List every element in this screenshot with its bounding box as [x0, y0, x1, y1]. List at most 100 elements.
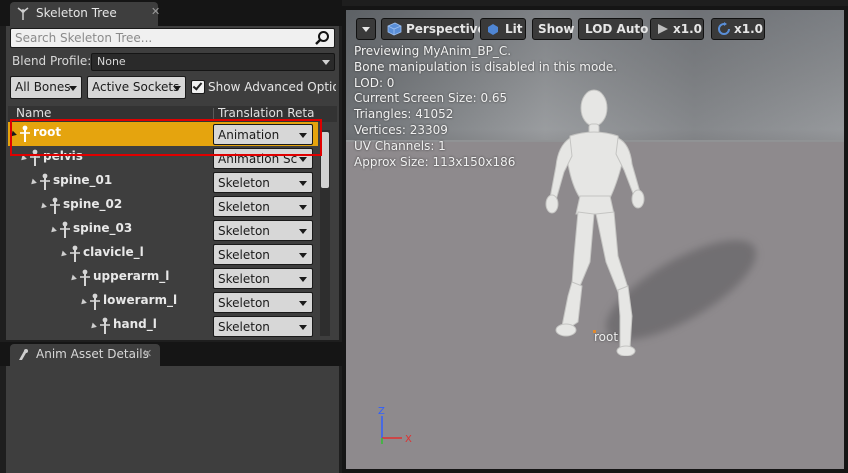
translation-retargeting-dropdown[interactable]: Skeleton: [213, 220, 313, 241]
bone-name: lowerarm_l: [103, 293, 178, 307]
close-icon[interactable]: ✕: [151, 5, 160, 18]
column-divider[interactable]: [213, 108, 214, 120]
all-bones-button[interactable]: All Bones: [10, 76, 82, 99]
checkmark-icon: [192, 80, 203, 91]
expand-arrow-icon[interactable]: [39, 202, 47, 211]
lit-button[interactable]: Lit: [480, 18, 526, 40]
bone-name: spine_03: [73, 221, 133, 235]
perspective-label: Perspective: [406, 22, 486, 36]
cube-icon: [387, 22, 402, 36]
bone-manipulation-note: Bone manipulation is disabled in this mo…: [354, 59, 618, 74]
tree-scrollbar[interactable]: [320, 130, 330, 336]
expand-arrow-icon[interactable]: [49, 226, 57, 235]
show-advanced-checkbox[interactable]: [191, 80, 205, 94]
translation-retargeting-dropdown[interactable]: Skeleton: [213, 172, 313, 193]
blend-profile-label: Blend Profile:: [12, 54, 92, 68]
lit-label: Lit: [505, 22, 523, 36]
expand-arrow-icon[interactable]: [89, 322, 97, 331]
translation-retargeting-dropdown[interactable]: Animation Scaled: [213, 148, 313, 169]
anim-details-tab-label: Anim Asset Details: [36, 347, 149, 361]
bone-row-root[interactable]: root Animation: [8, 122, 318, 146]
bone-row-spine_01[interactable]: spine_01 Skeleton: [8, 170, 318, 194]
rotate-speed-label: x1.0: [734, 22, 763, 36]
bone-name: upperarm_l: [93, 269, 170, 283]
column-translation-header[interactable]: Translation Retargeting: [218, 106, 314, 120]
blend-profile-select[interactable]: None: [91, 53, 335, 71]
show-button[interactable]: Show: [532, 18, 575, 40]
expand-arrow-icon[interactable]: [29, 178, 37, 187]
preview-info-overlay: Previewing MyAnim_BP_C. Bone manipulatio…: [354, 44, 617, 170]
lod-auto-button[interactable]: LOD Auto: [578, 18, 648, 40]
bone-row-pelvis[interactable]: pelvis Animation Scaled: [8, 146, 318, 170]
retargeting-value: Skeleton: [218, 320, 270, 334]
bone-name: hand_l: [113, 317, 157, 331]
axis-z-label: Z: [378, 406, 385, 417]
chevron-down-icon: [299, 253, 307, 258]
sphere-icon: [488, 24, 498, 35]
uv-channels-text: UV Channels: 1: [354, 138, 446, 153]
expand-arrow-icon[interactable]: [59, 250, 67, 259]
translation-retargeting-dropdown[interactable]: Skeleton: [213, 316, 313, 337]
bone-row-upperarm_l[interactable]: upperarm_l Skeleton: [8, 266, 318, 290]
bone-row-spine_03[interactable]: spine_03 Skeleton: [8, 218, 318, 242]
bone-icon: [40, 173, 50, 190]
skeleton-tree-tabbar: Skeleton Tree ✕: [0, 0, 342, 26]
search-input[interactable]: [15, 30, 311, 46]
screen-size-text: Current Screen Size: 0.65: [354, 91, 508, 106]
expand-arrow-icon[interactable]: [9, 130, 17, 139]
chevron-down-icon: [173, 86, 181, 91]
retargeting-value: Skeleton: [218, 224, 270, 238]
bone-name: root: [33, 125, 62, 139]
chevron-down-icon: [299, 205, 307, 210]
translation-retargeting-dropdown[interactable]: Animation: [213, 124, 313, 145]
chevron-down-icon: [299, 301, 307, 306]
retargeting-value: Skeleton: [218, 272, 270, 286]
column-name-header[interactable]: Name: [16, 106, 51, 120]
retargeting-value: Skeleton: [218, 176, 270, 190]
axis-x-label: X: [405, 434, 412, 445]
bone-icon: [30, 149, 40, 166]
translation-retargeting-dropdown[interactable]: Skeleton: [213, 196, 313, 217]
search-box[interactable]: [10, 28, 335, 48]
scrollbar-thumb[interactable]: [321, 132, 329, 188]
chevron-down-icon: [362, 27, 370, 32]
expand-arrow-icon[interactable]: [19, 154, 27, 163]
perspective-button[interactable]: Perspective: [381, 18, 486, 40]
bone-row-spine_02[interactable]: spine_02 Skeleton: [8, 194, 318, 218]
bone-row-hand_l[interactable]: hand_l Skeleton: [8, 314, 318, 338]
details-tabbar: Anim Asset Details ✕: [0, 342, 342, 366]
blend-profile-value: None: [97, 55, 126, 68]
close-icon[interactable]: ✕: [143, 347, 152, 360]
rotate-icon: [718, 22, 730, 35]
tab-skeleton-tree[interactable]: Skeleton Tree ✕: [10, 2, 160, 26]
retargeting-value: Skeleton: [218, 296, 270, 310]
chevron-down-icon: [299, 277, 307, 282]
lod-text: LOD: 0: [354, 75, 395, 90]
play-speed-label: x1.0: [673, 22, 702, 36]
chevron-down-icon: [299, 181, 307, 186]
translation-retargeting-dropdown[interactable]: Skeleton: [213, 268, 313, 289]
bone-row-clavicle_l[interactable]: clavicle_l Skeleton: [8, 242, 318, 266]
tab-anim-asset-details[interactable]: Anim Asset Details ✕: [10, 344, 160, 366]
rotate-speed-button[interactable]: x1.0: [711, 18, 765, 40]
translation-retargeting-dropdown[interactable]: Skeleton: [213, 292, 313, 313]
search-icon[interactable]: [314, 30, 330, 46]
bone-row-lowerarm_l[interactable]: lowerarm_l Skeleton: [8, 290, 318, 314]
translation-retargeting-dropdown[interactable]: Skeleton: [213, 244, 313, 265]
bone-name: spine_02: [63, 197, 123, 211]
play-speed-button[interactable]: x1.0: [650, 18, 704, 40]
bone-icon: [20, 125, 30, 142]
expand-arrow-icon[interactable]: [69, 274, 77, 283]
approx-size-text: Approx Size: 113x150x186: [354, 154, 516, 169]
all-bones-label: All Bones: [15, 80, 71, 94]
viewport-scene[interactable]: Perspective Lit Show LOD Auto x1.0 x1.0 …: [346, 10, 844, 469]
viewport-options-button[interactable]: [356, 18, 376, 40]
bone-icon: [70, 245, 80, 262]
bone-icon: [90, 293, 100, 310]
retargeting-value: Skeleton: [218, 248, 270, 262]
active-sockets-button[interactable]: Active Sockets: [87, 76, 186, 99]
left-panel: Skeleton Tree ✕ Blend Profile: None All …: [0, 0, 342, 473]
tree-header: Name Translation Retargeting: [8, 106, 337, 122]
expand-arrow-icon[interactable]: [79, 298, 87, 307]
skeleton-icon: [17, 7, 29, 20]
